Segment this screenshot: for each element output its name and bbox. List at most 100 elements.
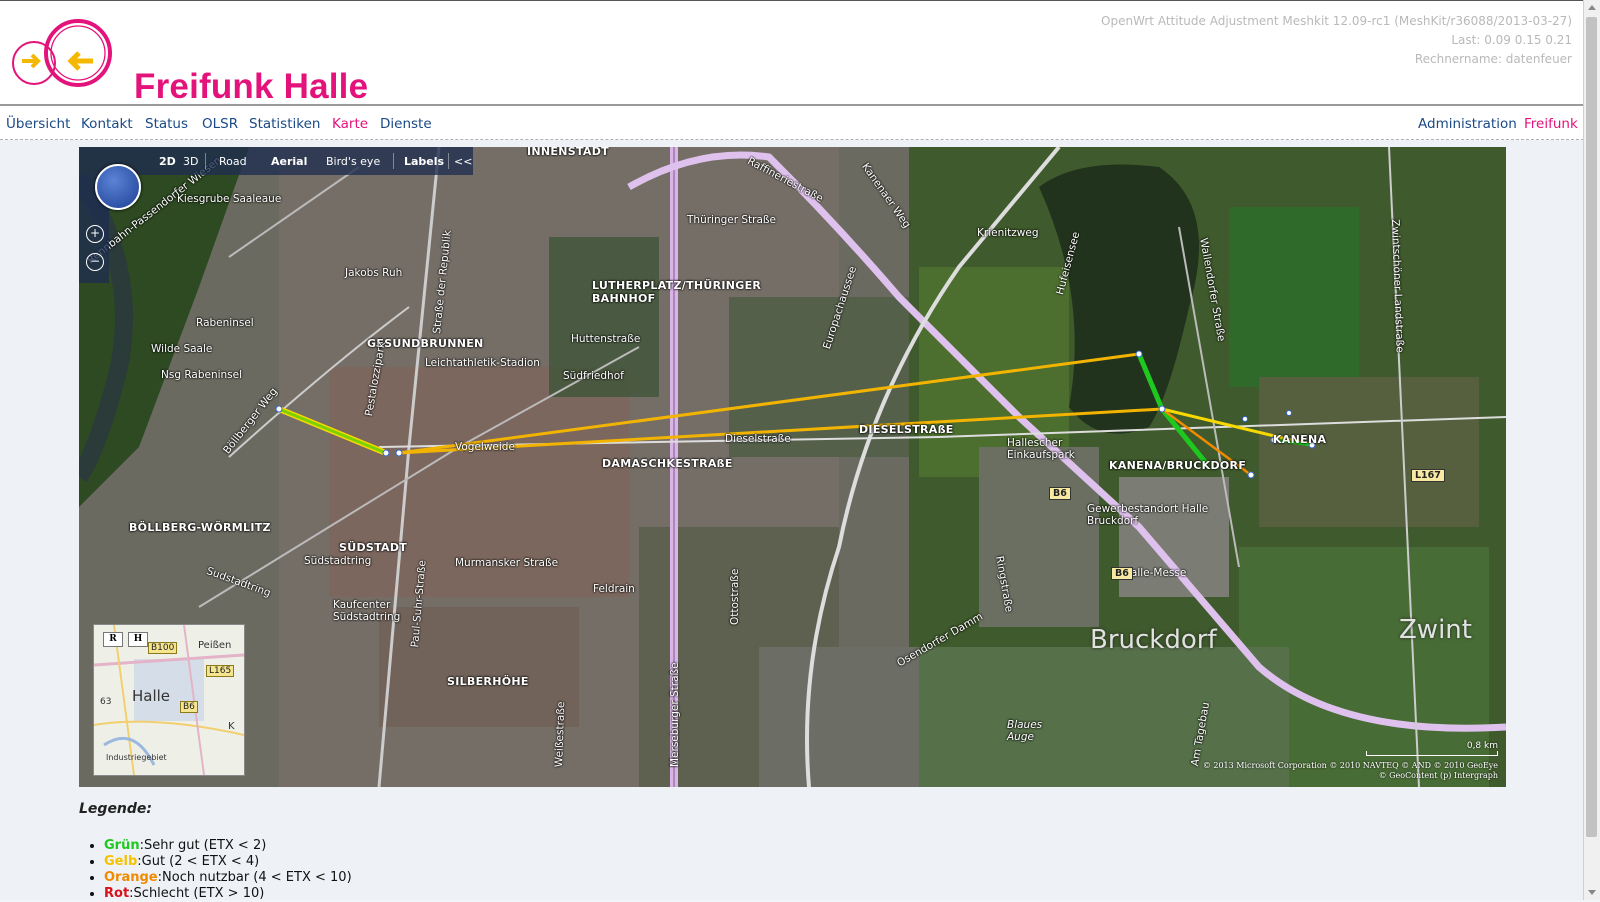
map-toolbar: 2D 3D Road Aerial Bird's eye Labels << [79,147,473,175]
site-title: Freifunk Halle [134,67,369,106]
map-label: Kaufcenter Südstadtring [333,599,401,623]
minimap-city: Halle [132,687,171,705]
map-label: SÜDSTADT [339,541,408,554]
page-scrollbar[interactable] [1583,0,1600,900]
road-shield: B6 [1111,567,1133,580]
map-label: KANENA [1273,433,1327,446]
map-label: Krienitzweg [977,227,1039,239]
minimap-shield: B6 [180,701,198,713]
map-label: Ottostraße [729,568,741,625]
toolbar-divider [205,153,206,169]
map-label: Rabeninsel [196,317,254,329]
nav-karte[interactable]: Karte [332,116,368,132]
map-label: Südstadtring [304,555,372,567]
legend-color-name: Grün [104,838,140,853]
road-view-button[interactable]: Road [219,155,247,168]
system-info: OpenWrt Attitude Adjustment Meshkit 12.0… [1101,12,1572,69]
map-label: SILBERHÖHE [447,675,529,688]
freifunk-logo[interactable] [10,19,114,93]
nav-dienste[interactable]: Dienste [380,116,432,132]
node[interactable] [395,449,403,457]
map-label: Gewerbestandort Halle Bruckdorf [1087,503,1209,527]
minimap-road-button[interactable]: R [103,632,123,647]
node[interactable] [1158,405,1166,413]
legend-list: Grün:Sehr gut (ETX < 2) Gelb:Gut (2 < ET… [90,838,352,902]
legend-text: Sehr gut (ETX < 2) [143,838,267,853]
map-label: DAMASCHKESTRAßE [602,457,733,470]
node[interactable] [1247,471,1255,479]
hostname: Rechnername: datenfeuer [1414,52,1572,66]
map-label: Hallescher Einkaufspark [1007,437,1075,461]
road-shield: B6 [1049,487,1071,500]
view-3d-button[interactable]: 3D [183,155,198,168]
minimap[interactable]: R H Halle Peißen Industriegebiet K 63 B1… [93,624,245,776]
olsr-map[interactable]: Kiesgrube Saaleaue Rennbahn-Passendorfer… [79,147,1506,787]
legend-text: Schlecht (ETX > 10) [133,886,265,901]
nav-statistiken[interactable]: Statistiken [249,116,320,132]
map-label: Feldrain [593,583,635,595]
toolbar-divider [393,153,394,169]
map-label: KANENA/BRUCKDORF [1109,459,1247,472]
map-label: Nsg Rabeninsel [161,369,243,381]
nav-status[interactable]: Status [145,116,188,132]
map-label: Südfriedhof [563,370,624,382]
copyright-line: © 2013 Microsoft Corporation © 2010 NAVT… [1202,761,1498,770]
scroll-up-icon[interactable] [1588,5,1596,10]
nav-freifunk[interactable]: Freifunk [1524,116,1578,132]
map-label: Wilde Saale [151,343,213,355]
pan-compass-icon[interactable] [95,164,141,210]
node[interactable] [1242,416,1248,422]
map-label: DIESELSTRAßE [859,423,954,436]
main-nav: Übersicht Kontakt Status OLSR Statistike… [0,106,1584,140]
map-label: Dieselstraße [725,433,791,445]
nav-olsr[interactable]: OLSR [202,116,238,132]
map-label: Jakobs Ruh [345,267,403,279]
collapse-toolbar-button[interactable]: << [454,155,472,168]
scale-bar: 0,8 km [1366,741,1498,757]
minimap-hybrid-button[interactable]: H [128,632,148,647]
minimap-label: Industriegebiet [106,753,167,762]
map-label: Leichtathletik-Stadion [425,357,540,369]
map-label: Merseburger Straße [669,662,681,767]
aerial-view-button[interactable]: Aerial [271,155,307,168]
scrollbar-thumb[interactable] [1586,17,1597,837]
nav-uebersicht[interactable]: Übersicht [6,116,70,132]
map-label: Murmansker Straße [455,557,559,569]
nav-kontakt[interactable]: Kontakt [81,116,133,132]
labels-toggle[interactable]: Labels [404,155,444,168]
view-2d-button[interactable]: 2D [159,155,176,168]
page: Freifunk Halle OpenWrt Attitude Adjustme… [0,0,1584,902]
nav-administration[interactable]: Administration [1418,116,1517,132]
legend-item: Grün:Sehr gut (ETX < 2) [104,838,352,854]
scroll-down-icon[interactable] [1588,890,1596,895]
node[interactable] [1286,410,1292,416]
legend-title: Legende: [79,801,153,817]
map-label: Bruckdorf [1090,625,1217,655]
minimap-label: K [228,721,235,732]
scale-line [1366,751,1498,756]
node[interactable] [1135,350,1143,358]
minimap-shield: B100 [148,642,178,654]
legend-text: Noch nutzbar (4 < ETX < 10) [162,870,352,885]
toolbar-divider [448,153,449,169]
legend-color-name: Orange [104,870,158,885]
scale-label: 0,8 km [1466,741,1498,751]
map-label: Zwint [1399,615,1472,645]
road-shield: L167 [1411,469,1445,482]
legend-color-name: Rot [104,886,130,901]
zoom-in-icon[interactable]: + [86,225,104,243]
legend-color-name: Gelb [104,854,138,869]
zoom-out-icon[interactable]: − [86,253,104,271]
system-load: Last: 0.09 0.15 0.21 [1451,33,1572,47]
minimap-label: 63 [100,697,112,707]
node[interactable] [382,449,390,457]
node[interactable] [275,405,283,413]
legend-text: Gut (2 < ETX < 4) [141,854,260,869]
map-label: Weißestraße [553,701,568,768]
map-label: BÖLLBERG-WÖRMLITZ [129,521,271,534]
minimap-label: Peißen [198,640,232,651]
minimap-shield: L165 [206,665,235,677]
legend-item: Gelb:Gut (2 < ETX < 4) [104,854,352,870]
map-label: Vogelweide [455,441,515,453]
birds-eye-button[interactable]: Bird's eye [326,155,380,168]
